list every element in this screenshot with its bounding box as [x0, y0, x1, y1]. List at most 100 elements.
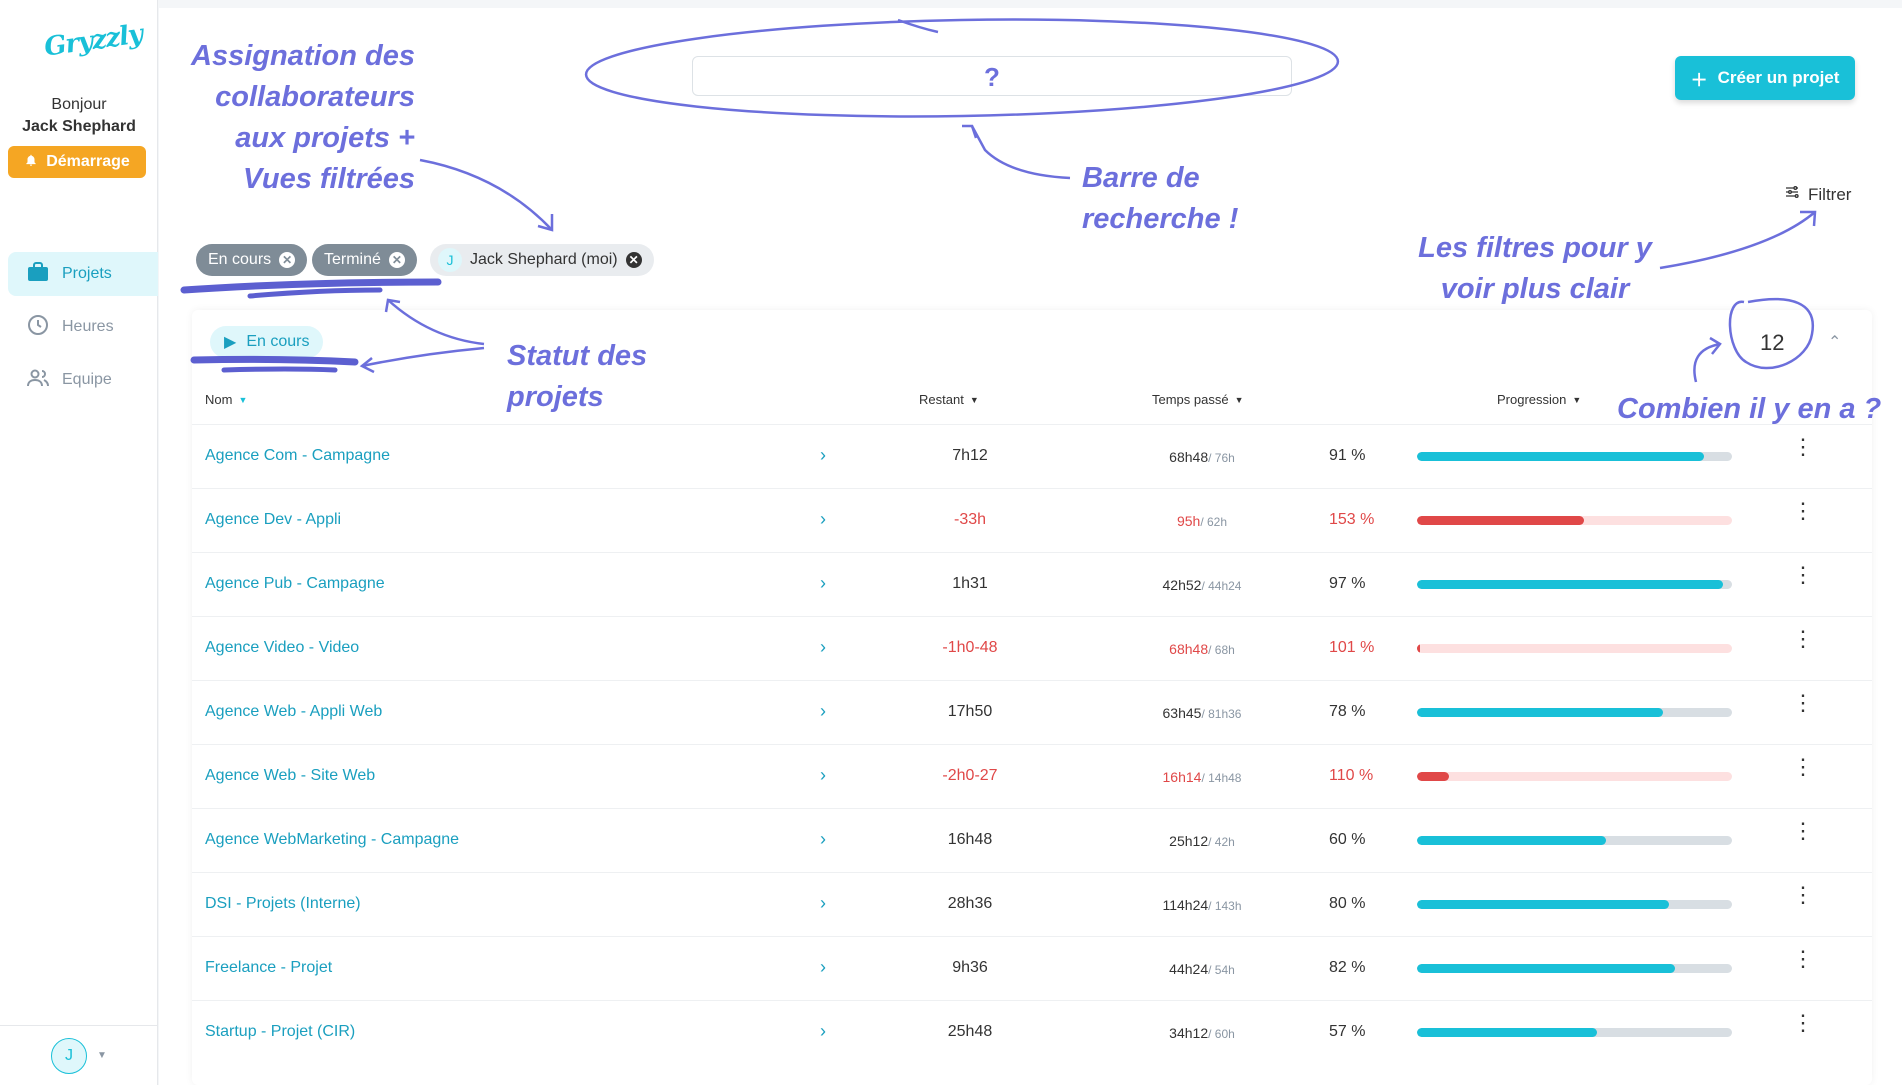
close-icon[interactable]: ✕ — [279, 252, 296, 268]
more-options-icon[interactable]: ⋮ — [1792, 564, 1814, 586]
create-project-button[interactable]: ＋ Créer un projet — [1675, 56, 1855, 100]
progress-bar-fill — [1417, 772, 1449, 781]
table-row[interactable]: Agence WebMarketing - Campagne › 16h48 25h1… — [192, 808, 1872, 872]
table-row[interactable]: Agence Dev - Appli › -33h 95h/ 62h 153 % ⋮ — [192, 488, 1872, 552]
sidebar-item-label: Heures — [62, 318, 114, 335]
time-estimated: / 60h — [1208, 1027, 1235, 1041]
chevron-right-icon[interactable]: › — [820, 893, 826, 914]
project-name-link[interactable]: Startup - Projet (CIR) — [205, 1023, 355, 1041]
table-row[interactable]: Agence Web - Appli Web › 17h50 63h45/ 81h36… — [192, 680, 1872, 744]
table-row[interactable]: DSI - Projets (Interne) › 28h36 114h24/ 143… — [192, 872, 1872, 936]
more-options-icon[interactable]: ⋮ — [1792, 948, 1814, 970]
progress-bar-fill — [1417, 1028, 1597, 1037]
user-menu[interactable]: J ▼ — [0, 1025, 158, 1085]
play-icon: ▶ — [224, 334, 237, 351]
project-name-link[interactable]: Freelance - Projet — [205, 959, 332, 977]
sidebar: Gryzzly Bonjour Jack Shephard Démarrage … — [0, 0, 158, 1085]
chevron-right-icon[interactable]: › — [820, 701, 826, 722]
status-badge[interactable]: ▶ En cours — [210, 326, 324, 358]
column-header-temps-passe[interactable]: Temps passé ▼ — [1152, 392, 1244, 407]
chevron-right-icon[interactable]: › — [820, 1021, 826, 1042]
more-options-icon[interactable]: ⋮ — [1792, 628, 1814, 650]
project-name-link[interactable]: Agence Dev - Appli — [205, 511, 341, 529]
progress-bar-fill — [1417, 452, 1704, 461]
more-options-icon[interactable]: ⋮ — [1792, 756, 1814, 778]
table-row[interactable]: Freelance - Projet › 9h36 44h24/ 54h 82 % ⋮ — [192, 936, 1872, 1000]
table-row[interactable]: Agence Pub - Campagne › 1h31 42h52/ 44h24 97… — [192, 552, 1872, 616]
app-logo[interactable]: Gryzzly — [42, 19, 144, 62]
chevron-right-icon[interactable]: › — [820, 445, 826, 466]
progress-percent: 101 % — [1329, 639, 1375, 656]
sidebar-item-label: Equipe — [62, 371, 112, 388]
filter-chip-user[interactable]: J Jack Shephard (moi) ✕ — [430, 244, 654, 276]
column-header-progression[interactable]: Progression ▼ — [1497, 392, 1581, 407]
sidebar-item-equipe[interactable]: Equipe — [8, 358, 158, 402]
more-options-icon[interactable]: ⋮ — [1792, 820, 1814, 842]
filter-chip-termine[interactable]: Terminé ✕ — [312, 244, 417, 276]
chevron-right-icon[interactable]: › — [820, 957, 826, 978]
demarrage-button[interactable]: Démarrage — [8, 146, 146, 178]
project-name-link[interactable]: Agence Web - Appli Web — [205, 703, 382, 721]
progress-bar-fill — [1417, 900, 1669, 909]
bell-icon — [24, 153, 38, 172]
close-icon[interactable]: ✕ — [388, 252, 405, 268]
table-row[interactable]: Agence Web - Site Web › -2h0-27 16h14/ 14h4… — [192, 744, 1872, 808]
chevron-right-icon[interactable]: › — [820, 573, 826, 594]
filter-chip-en-cours[interactable]: En cours ✕ — [196, 244, 308, 276]
more-options-icon[interactable]: ⋮ — [1792, 884, 1814, 906]
more-options-icon[interactable]: ⋮ — [1792, 1012, 1814, 1034]
annotation-combien: Combien il y en a ? — [1617, 393, 1882, 425]
briefcase-icon — [26, 260, 50, 289]
more-options-icon[interactable]: ⋮ — [1792, 500, 1814, 522]
chevron-right-icon[interactable]: › — [820, 829, 826, 850]
remaining-time: 17h50 — [947, 703, 993, 720]
time-spent-value: 95h — [1176, 513, 1201, 529]
sidebar-item-heures[interactable]: Heures — [8, 305, 158, 349]
remaining-time: -1h0-48 — [942, 639, 998, 656]
more-options-icon[interactable]: ⋮ — [1792, 692, 1814, 714]
column-header-label: Temps passé — [1152, 392, 1229, 407]
remaining-time: 1h31 — [952, 575, 988, 592]
table-row[interactable]: Agence Video - Video › -1h0-48 68h48/ 68h 10… — [192, 616, 1872, 680]
chevron-right-icon[interactable]: › — [820, 637, 826, 658]
time-spent-value: 68h48 — [1169, 449, 1209, 465]
remaining-time: 7h12 — [952, 447, 988, 464]
progress-percent: 153 % — [1329, 511, 1375, 528]
status-label: En cours — [246, 333, 310, 350]
more-options-icon[interactable]: ⋮ — [1792, 436, 1814, 458]
close-icon[interactable]: ✕ — [625, 252, 642, 268]
project-name-link[interactable]: DSI - Projets (Interne) — [205, 895, 361, 913]
chevron-right-icon[interactable]: › — [820, 509, 826, 530]
chevron-down-icon[interactable]: ▼ — [97, 1050, 107, 1061]
annotation-statut: Statut des projets — [507, 336, 647, 418]
project-name-link[interactable]: Agence Video - Video — [205, 639, 359, 657]
project-name-link[interactable]: Agence Com - Campagne — [205, 447, 390, 465]
remaining-time: 25h48 — [947, 1023, 993, 1040]
chevron-up-icon[interactable]: ⌃ — [1828, 332, 1841, 352]
table-row[interactable]: Agence Com - Campagne › 7h12 68h48/ 76h 91 %… — [192, 424, 1872, 488]
sort-icon: ▼ — [969, 394, 979, 405]
project-name-link[interactable]: Agence WebMarketing - Campagne — [205, 831, 459, 849]
filter-button[interactable]: Filtrer — [1784, 184, 1851, 205]
time-spent-value: 16h14 — [1162, 769, 1202, 785]
table-row[interactable]: Startup - Projet (CIR) › 25h48 34h12/ 60h 57… — [192, 1000, 1872, 1064]
annotation-barre: Barre de recherche ! — [1082, 158, 1238, 240]
annotation-line: projets — [507, 381, 604, 413]
time-spent-value: 25h12 — [1169, 833, 1209, 849]
time-estimated: / 81h36 — [1201, 707, 1242, 721]
sidebar-item-projets[interactable]: Projets — [8, 252, 158, 296]
sort-icon: ▼ — [1234, 394, 1244, 405]
column-header-restant[interactable]: Restant ▼ — [919, 392, 979, 407]
time-spent: 44h24/ 54h — [1132, 961, 1272, 977]
column-header-nom[interactable]: Nom ▼ — [205, 392, 247, 407]
remaining-time: -33h — [953, 511, 987, 528]
annotation-filtres: Les filtres pour y voir plus clair — [1410, 228, 1660, 310]
project-name-link[interactable]: Agence Web - Site Web — [205, 767, 375, 785]
chevron-right-icon[interactable]: › — [820, 765, 826, 786]
search-input[interactable] — [692, 56, 1292, 96]
time-spent: 68h48/ 76h — [1132, 449, 1272, 465]
chip-label: Terminé — [324, 251, 381, 268]
project-name-link[interactable]: Agence Pub - Campagne — [205, 575, 385, 593]
time-spent: 95h/ 62h — [1132, 513, 1272, 529]
avatar[interactable]: J — [51, 1037, 88, 1074]
